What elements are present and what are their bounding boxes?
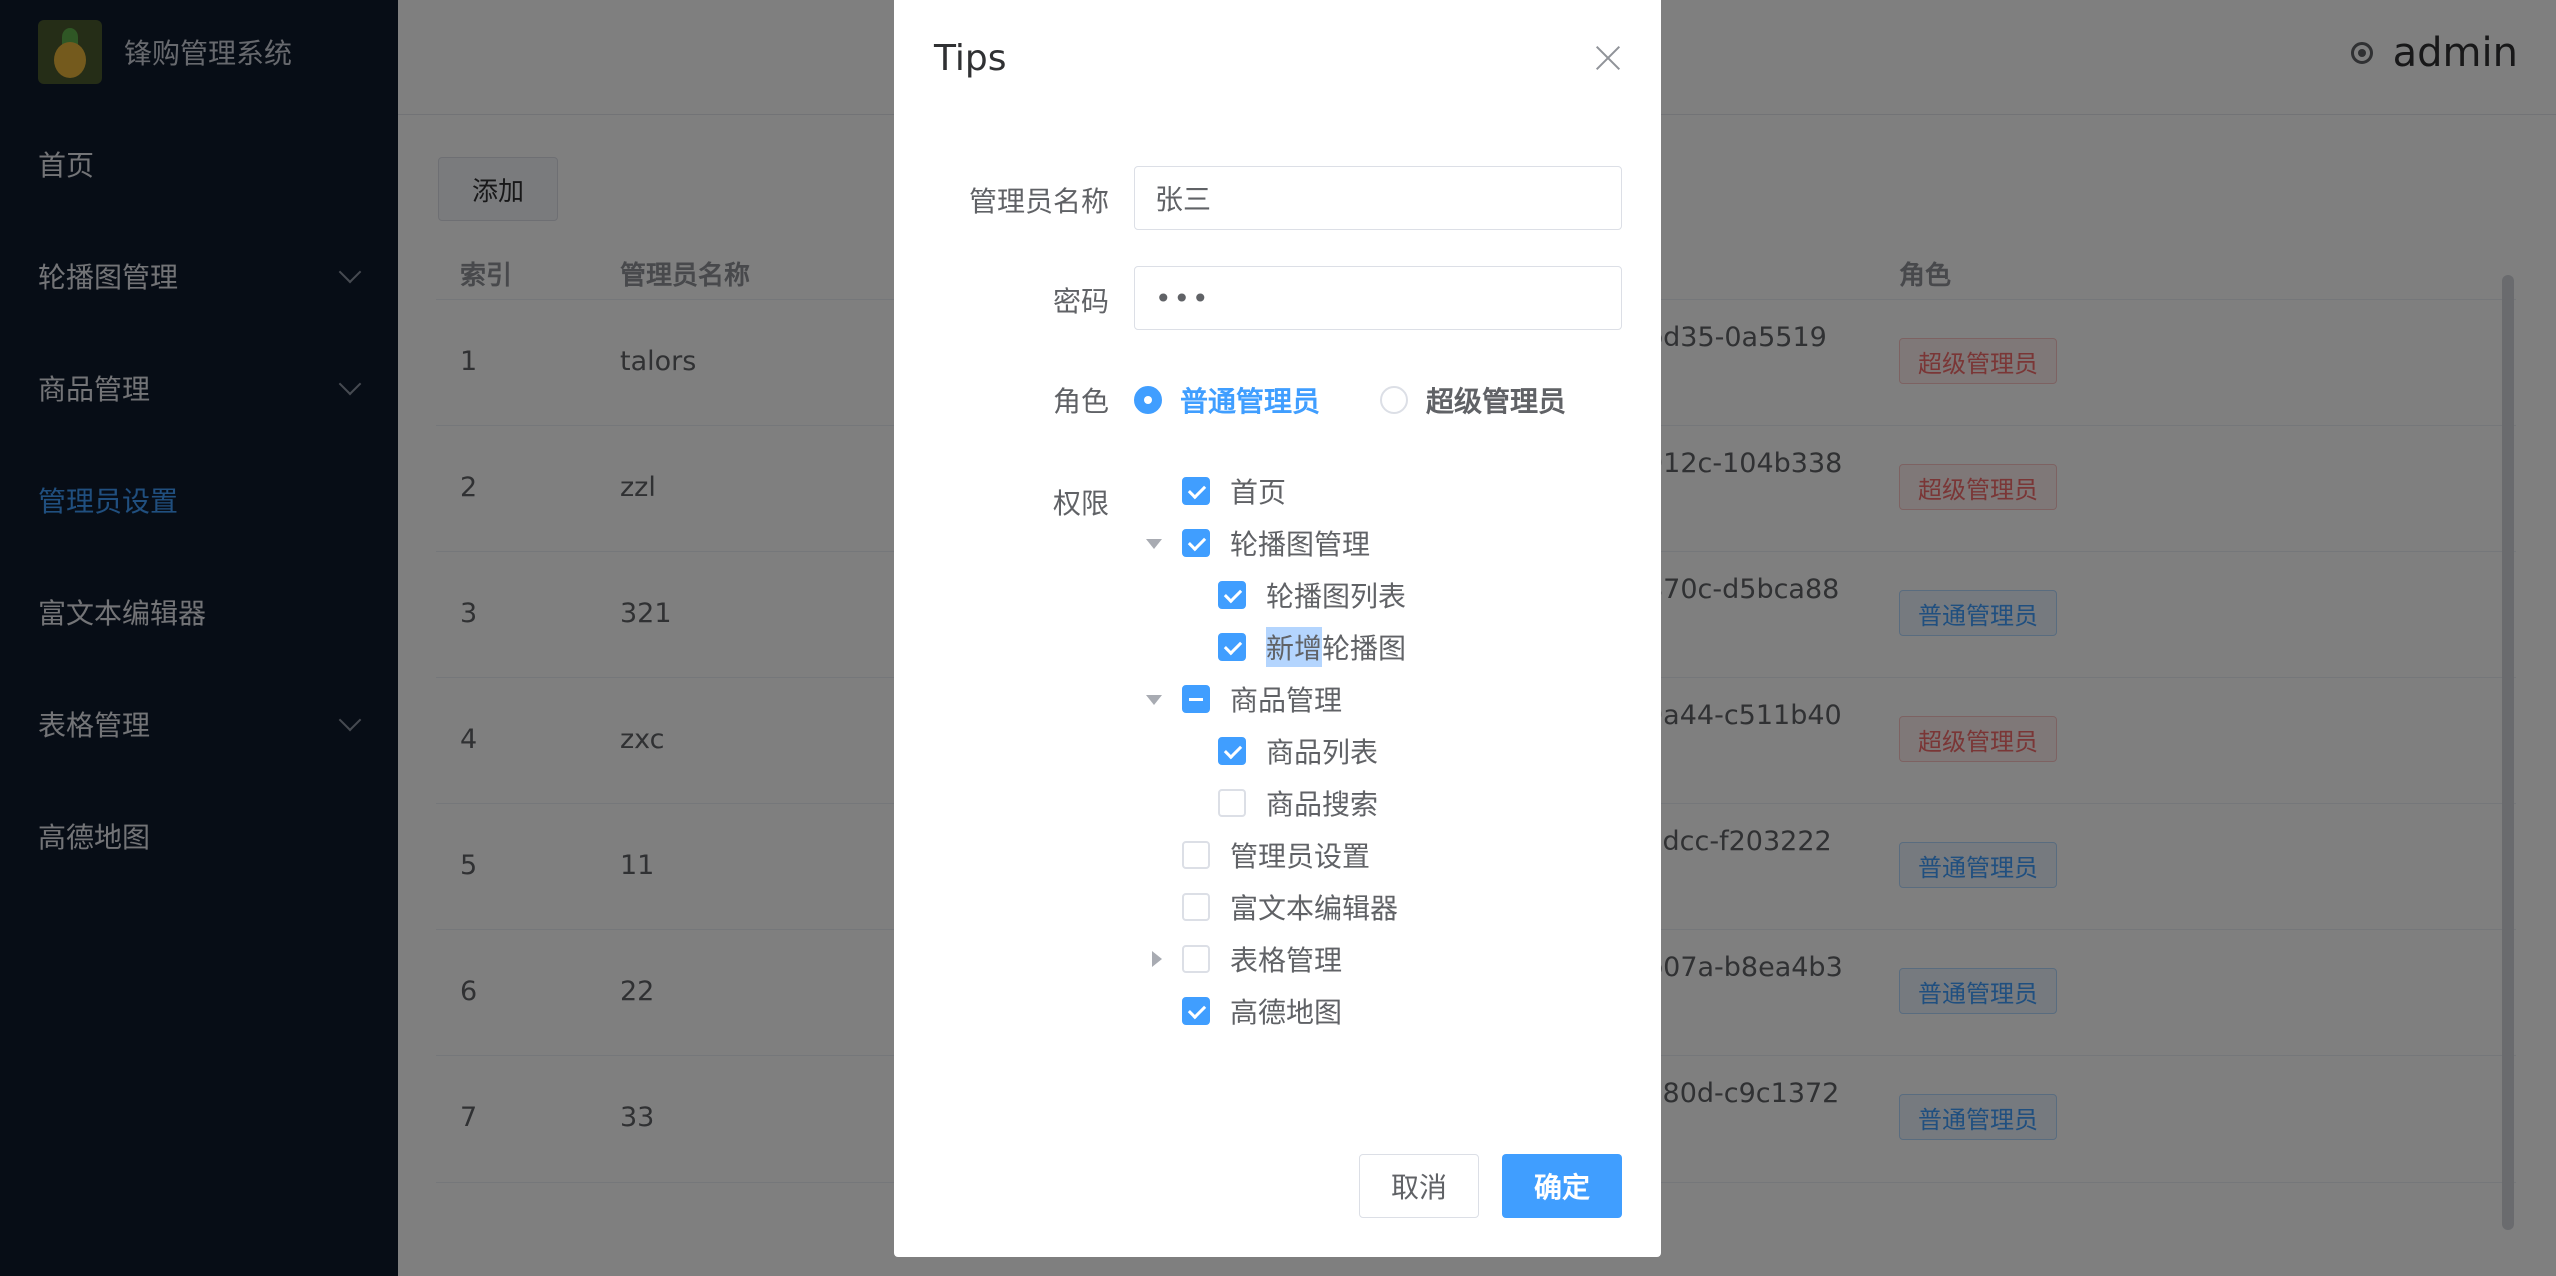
confirm-button[interactable]: 确定: [1502, 1154, 1622, 1218]
tree-node-label: 富文本编辑器: [1230, 892, 1399, 925]
tree-node-product-list[interactable]: 商品列表: [1218, 725, 1378, 777]
tree-node-editor[interactable]: 富文本编辑器: [1182, 881, 1398, 933]
tree-node-label: 轮播图管理: [1230, 528, 1371, 561]
permission-label: 权限: [1052, 487, 1109, 520]
role-radio-normal[interactable]: 普通管理员: [1134, 380, 1320, 420]
tree-node-label-rest: 轮播图: [1322, 632, 1407, 665]
tree-node-carousel-add[interactable]: 新增 轮播图: [1218, 621, 1406, 673]
caret-down-icon[interactable]: [1146, 695, 1162, 705]
checkbox-checked-icon[interactable]: [1218, 737, 1246, 765]
close-icon[interactable]: [1594, 44, 1622, 72]
checkbox-checked-icon[interactable]: [1182, 529, 1210, 557]
radio-label: 超级管理员: [1426, 385, 1567, 418]
radio-selected-icon: [1134, 386, 1162, 414]
cancel-button[interactable]: 取消: [1359, 1154, 1479, 1218]
caret-right-icon[interactable]: [1152, 951, 1162, 967]
tree-node-label: 高德地图: [1230, 996, 1343, 1029]
tree-node-map[interactable]: 高德地图: [1182, 985, 1342, 1037]
tree-node-tables[interactable]: 表格管理: [1152, 933, 1343, 985]
radio-unselected-icon: [1380, 386, 1408, 414]
tree-node-product-search[interactable]: 商品搜索: [1218, 777, 1378, 829]
checkbox-unchecked-icon[interactable]: [1182, 893, 1210, 921]
tree-node-label: 表格管理: [1230, 944, 1343, 977]
tree-node-carousel-list[interactable]: 轮播图列表: [1218, 569, 1406, 621]
tree-node-label: 首页: [1230, 476, 1287, 509]
tree-node-label: 管理员设置: [1230, 840, 1371, 873]
checkbox-checked-icon[interactable]: [1182, 997, 1210, 1025]
tree-node-home[interactable]: 首页: [1182, 465, 1286, 517]
checkbox-unchecked-icon[interactable]: [1218, 789, 1246, 817]
tree-node-label: 轮播图列表: [1266, 580, 1407, 613]
tree-node-products[interactable]: 商品管理: [1146, 673, 1343, 725]
checkbox-checked-icon[interactable]: [1182, 477, 1210, 505]
password-input[interactable]: •••: [1134, 266, 1622, 330]
checkbox-unchecked-icon[interactable]: [1182, 841, 1210, 869]
checkbox-unchecked-icon[interactable]: [1182, 945, 1210, 973]
tree-node-label: 商品列表: [1266, 736, 1379, 769]
tree-node-admin[interactable]: 管理员设置: [1182, 829, 1370, 881]
tree-node-label: 商品搜索: [1266, 788, 1379, 821]
admin-name-input[interactable]: 张三: [1134, 166, 1622, 230]
role-label: 角色: [1052, 385, 1109, 418]
name-label: 管理员名称: [968, 185, 1109, 218]
caret-down-icon[interactable]: [1146, 539, 1162, 549]
tree-node-carousel[interactable]: 轮播图管理: [1146, 517, 1371, 569]
checkbox-indeterminate-icon[interactable]: [1182, 685, 1210, 713]
checkbox-checked-icon[interactable]: [1218, 581, 1246, 609]
checkbox-checked-icon[interactable]: [1218, 633, 1246, 661]
password-label: 密码: [1052, 285, 1109, 318]
dialog-title: Tips: [934, 38, 1007, 79]
role-radio-super[interactable]: 超级管理员: [1380, 380, 1566, 420]
tree-node-label: 商品管理: [1230, 684, 1343, 717]
radio-label: 普通管理员: [1180, 385, 1321, 418]
admin-dialog: Tips 管理员名称 张三 密码 ••• 角色 普通管理员 超级管理员 权限 首…: [894, 0, 1661, 1257]
text-selection-highlight: 新增: [1266, 627, 1323, 667]
